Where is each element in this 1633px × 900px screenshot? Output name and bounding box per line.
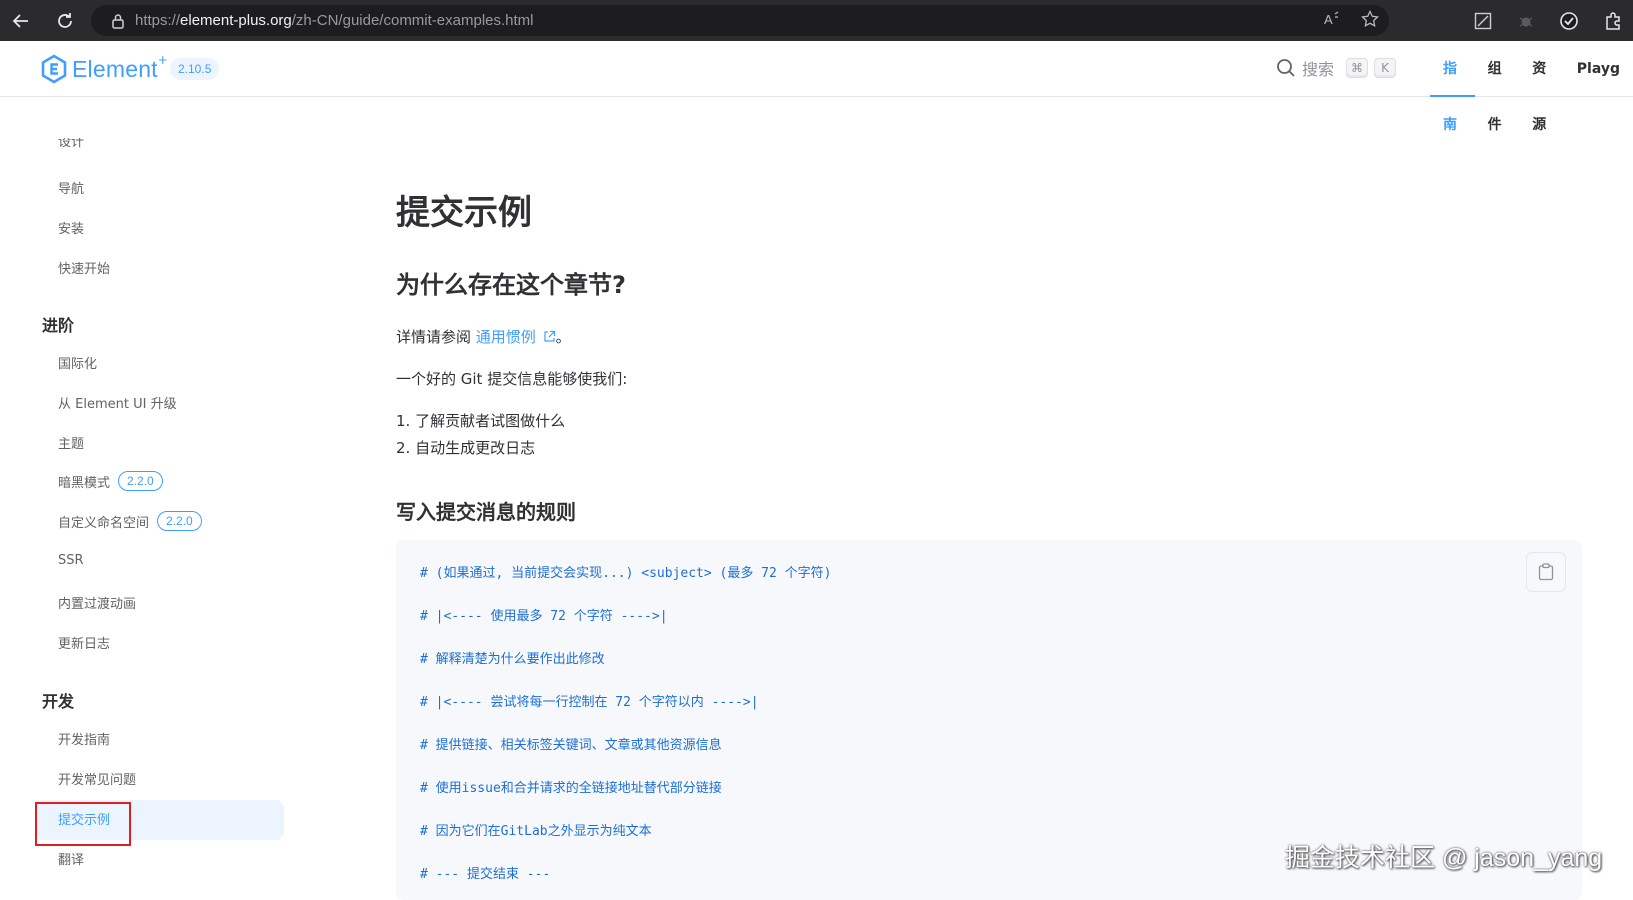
bug-extension-icon[interactable] (1511, 6, 1541, 36)
search-icon (1277, 59, 1295, 77)
sidebar-item-ssr[interactable]: SSR (58, 553, 84, 568)
top-navigation: 指南 组件 资源 Playg (1430, 41, 1633, 133)
sidebar-group-development: 开发 (42, 692, 75, 711)
sidebar-group-advanced: 进阶 (42, 316, 75, 335)
git-commit-paragraph: 一个好的 Git 提交信息能够使我们: (396, 370, 628, 388)
logo-plus: + (157, 53, 168, 67)
code-line: # |<---- 使用最多 72 个字符 ---->| (420, 609, 668, 624)
code-line: # 使用issue和合并请求的全链接地址替代部分链接 (420, 781, 722, 796)
search-label: 搜索 (1302, 60, 1335, 79)
version-tag: 2.2.0 (118, 471, 163, 491)
sidebar-item-design[interactable]: 设计 (58, 138, 84, 150)
copy-code-button[interactable] (1526, 552, 1566, 592)
browser-toolbar: https://element-plus.org/zh-CN/guide/com… (0, 0, 1633, 41)
code-line: # |<---- 尝试将每一行控制在 72 个字符以内 ---->| (420, 695, 759, 710)
sidebar-item-quickstart[interactable]: 快速开始 (58, 258, 110, 277)
sidebar-item-translation[interactable]: 翻译 (58, 849, 84, 868)
shortcut-key-k: K (1374, 58, 1397, 78)
sidebar-item-navigation[interactable]: 导航 (58, 178, 84, 197)
check-extension-icon[interactable] (1554, 6, 1584, 36)
favorite-star-icon[interactable] (1361, 9, 1379, 32)
sidebar-item-theme[interactable]: 主题 (58, 433, 84, 452)
lock-icon (101, 13, 135, 29)
code-line: # (如果通过, 当前提交会实现...) <subject> (最多 72 个字… (420, 566, 832, 581)
version-tag: 2.2.0 (157, 511, 202, 531)
back-arrow-icon[interactable] (6, 6, 36, 36)
sidebar-item-namespace[interactable]: 自定义命名空间 2.2.0 (58, 511, 202, 531)
url-text: https://element-plus.org/zh-CN/guide/com… (135, 12, 534, 29)
nav-components[interactable]: 组件 (1475, 41, 1520, 133)
element-logo-icon (41, 54, 67, 84)
code-line: # 提供链接、相关标签关键词、文章或其他资源信息 (420, 738, 722, 753)
sidebar-item-changelog[interactable]: 更新日志 (58, 633, 110, 652)
code-line: # 因为它们在GitLab之外显示为纯文本 (420, 824, 652, 839)
sidebar-item-dev-faq[interactable]: 开发常见问题 (58, 769, 136, 788)
site-header: Element + 2.10.5 搜索 ⌘ K 指南 组件 资源 Playg (0, 41, 1633, 133)
element-plus-logo[interactable]: Element + (40, 53, 168, 84)
sidebar-item-dark-mode[interactable]: 暗黑模式 2.2.0 (58, 471, 163, 491)
nav-playground[interactable]: Playg (1564, 41, 1633, 97)
red-annotation-box (35, 802, 131, 846)
list-item: 1. 了解贡献者试图做什么 (396, 412, 566, 430)
nav-guide[interactable]: 指南 (1430, 41, 1475, 133)
sidebar-item-dev-guide[interactable]: 开发指南 (58, 729, 110, 748)
sidebar-item-upgrade[interactable]: 从 Element UI 升级 (58, 393, 177, 412)
svg-text:A: A (1324, 12, 1333, 27)
version-badge: 2.10.5 (170, 58, 220, 80)
code-line: # --- 提交结束 --- (420, 867, 551, 882)
watermark: 掘金技术社区 @ jason_yang (1285, 844, 1603, 872)
intro-paragraph: 详情请参阅 通用惯例 。 (396, 328, 571, 346)
sidebar-item-transitions[interactable]: 内置过渡动画 (58, 593, 136, 612)
nav-resources[interactable]: 资源 (1519, 41, 1564, 133)
logo-text: Element (72, 55, 158, 82)
read-aloud-icon[interactable]: A (1323, 10, 1341, 32)
sidebar-item-i18n[interactable]: 国际化 (58, 353, 97, 372)
sidebar-item-installation[interactable]: 安装 (58, 218, 84, 237)
shortcut-key-cmd: ⌘ (1346, 58, 1369, 78)
section-heading-why: 为什么存在这个章节? (396, 271, 626, 299)
code-line: # 解释清楚为什么要作出此修改 (420, 652, 605, 667)
external-link-icon (543, 330, 555, 342)
list-item: 2. 自动生成更改日志 (396, 439, 536, 457)
sidebar: 设计 导航 安装 快速开始 进阶 国际化 从 Element UI 升级 主题 … (0, 98, 300, 896)
clipboard-icon (1538, 563, 1554, 581)
section-heading-rules: 写入提交消息的规则 (396, 500, 576, 524)
page-title: 提交示例 (396, 193, 532, 233)
conventions-link[interactable]: 通用惯例 (476, 328, 536, 346)
address-bar[interactable]: https://element-plus.org/zh-CN/guide/com… (91, 5, 1389, 36)
reload-icon[interactable] (50, 6, 80, 36)
search-button[interactable]: 搜索 ⌘ K (1276, 56, 1397, 80)
screenshot-extension-icon[interactable] (1468, 6, 1498, 36)
extensions-puzzle-icon[interactable] (1598, 6, 1628, 36)
